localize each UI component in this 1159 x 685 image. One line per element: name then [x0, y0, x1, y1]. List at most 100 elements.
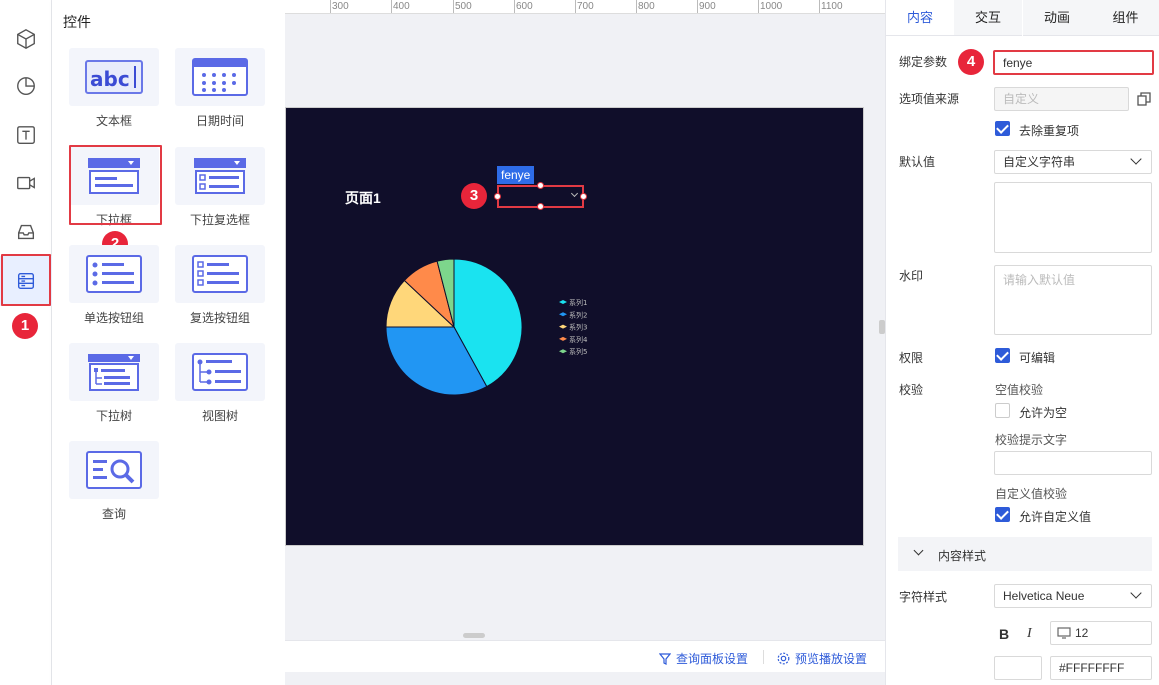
widget-label: 日期时间: [195, 114, 244, 128]
allow-empty-checkbox[interactable]: [995, 403, 1010, 418]
legend-marker-1: [559, 300, 567, 304]
bind-param-input[interactable]: fenye: [993, 50, 1154, 75]
font-color-swatch[interactable]: [994, 656, 1042, 680]
italic-button[interactable]: I: [1027, 626, 1032, 642]
widget-query[interactable]: 查询: [69, 441, 159, 522]
widget-panel: 控件 abc 文本框 日期时间 下拉框 2 下拉复选框 单选按钮组 复选按钮组 …: [52, 0, 285, 685]
svg-text:abc: abc: [90, 67, 130, 91]
widget-dropdown-tree[interactable]: 下拉树: [69, 343, 159, 424]
preview-settings-label: 预览播放设置: [795, 652, 868, 666]
font-size-value: 12: [1075, 626, 1089, 640]
properties-panel: 内容 交互 动画 组件 绑定参数 4 fenye 选项值来源 自定义 去除重复项…: [879, 0, 1159, 685]
widget-radio-group[interactable]: 单选按钮组: [69, 245, 159, 326]
font-size-input[interactable]: 12: [1050, 621, 1152, 645]
dedupe-label: 去除重复项: [1019, 124, 1080, 138]
inbox-icon[interactable]: [0, 207, 52, 257]
query-panel-settings-link[interactable]: 查询面板设置: [659, 650, 748, 667]
dropdown-checkbox-icon: [175, 147, 265, 205]
watermark-textarea[interactable]: 请输入默认值: [994, 265, 1152, 335]
editable-label: 可编辑: [1019, 351, 1056, 365]
ruler-label: 800: [638, 1, 655, 12]
page-title[interactable]: 页面1: [345, 188, 381, 208]
legend-marker-4: [559, 336, 567, 341]
text-box-icon: abc: [69, 48, 159, 106]
selected-widget-tag: fenye: [497, 166, 535, 184]
allow-custom-checkbox[interactable]: [995, 507, 1010, 522]
resize-handle[interactable]: [494, 193, 501, 200]
canvas-drag-handle[interactable]: [463, 633, 485, 638]
legend-label-5: 系列5: [569, 347, 587, 356]
legend-marker-3: [559, 324, 567, 329]
legend-marker-5: [559, 349, 567, 354]
validation-label: 校验: [899, 383, 924, 397]
pie-chart[interactable]: 系列1 系列2 系列3 系列4 系列5: [375, 250, 605, 405]
content-style-section-header[interactable]: 内容样式: [898, 537, 1152, 571]
step-badge-4: 4: [958, 49, 984, 75]
tab-animation[interactable]: 动画: [1023, 0, 1091, 36]
horizontal-ruler: 300 400 500 600 700 800 900 1000 1100: [285, 0, 885, 14]
font-style-label: 字符样式: [899, 590, 948, 604]
content-style-title: 内容样式: [938, 549, 987, 563]
legend-label-1: 系列1: [569, 298, 587, 307]
widget-label: 下拉复选框: [189, 213, 250, 227]
radio-group-icon: [69, 245, 159, 303]
filter-icon: [659, 652, 671, 665]
3d-cube-icon[interactable]: [0, 14, 52, 64]
tab-component[interactable]: 组件: [1091, 0, 1159, 36]
step-badge-3: 3: [461, 183, 487, 209]
ruler-label: 600: [516, 1, 533, 12]
left-icon-rail: 1: [0, 0, 52, 685]
option-source-label: 选项值来源: [899, 92, 960, 106]
font-color-input[interactable]: #FFFFFFFF: [1050, 656, 1152, 680]
panel-resize-handle[interactable]: [879, 320, 885, 334]
bind-param-label: 绑定参数: [899, 55, 948, 69]
ruler-label: 1000: [760, 1, 783, 12]
widget-label: 单选按钮组: [83, 311, 144, 325]
watermark-label: 水印: [899, 269, 924, 283]
widget-label: 查询: [101, 507, 126, 521]
editable-checkbox[interactable]: [995, 348, 1010, 363]
default-value-select[interactable]: 自定义字符串: [994, 150, 1152, 174]
copy-icon[interactable]: [1137, 92, 1151, 106]
dedupe-checkbox[interactable]: [995, 121, 1010, 136]
text-icon[interactable]: [0, 110, 52, 160]
ruler-label: 500: [455, 1, 472, 12]
widget-date-time[interactable]: 日期时间: [175, 48, 265, 129]
widget-label: 下拉树: [95, 409, 132, 423]
legend-label-4: 系列4: [569, 335, 588, 344]
hint-text-input[interactable]: [994, 451, 1152, 475]
chevron-down-icon: [913, 545, 924, 556]
ruler-label: 400: [393, 1, 410, 12]
option-source-input[interactable]: 自定义: [994, 87, 1129, 111]
query-panel-settings-label: 查询面板设置: [676, 652, 749, 666]
panel-title: 控件: [63, 14, 91, 30]
resize-handle[interactable]: [537, 182, 544, 189]
default-value-textarea[interactable]: [994, 182, 1152, 253]
highlight-box-rail: [1, 254, 51, 306]
pie-chart-icon[interactable]: [0, 61, 52, 111]
legend-label-3: 系列3: [569, 323, 587, 332]
widget-label: 文本框: [95, 114, 132, 128]
canvas-bottom-bar: 查询面板设置 预览播放设置: [285, 633, 885, 672]
highlight-box-dropdown: [69, 145, 162, 225]
custom-check-label: 自定义值校验: [995, 487, 1068, 501]
resize-handle[interactable]: [580, 193, 587, 200]
video-icon[interactable]: [0, 158, 52, 208]
preview-settings-link[interactable]: 预览播放设置: [777, 650, 867, 667]
query-icon: [69, 441, 159, 499]
resize-handle[interactable]: [537, 203, 544, 210]
widget-checkbox-group[interactable]: 复选按钮组: [175, 245, 265, 326]
widget-view-tree[interactable]: 视图树: [175, 343, 265, 424]
widget-dropdown-checkbox[interactable]: 下拉复选框: [175, 147, 265, 228]
bold-button[interactable]: B: [999, 626, 1009, 642]
ruler-label: 700: [577, 1, 594, 12]
widget-text-box[interactable]: abc 文本框: [69, 48, 159, 129]
chevron-down-icon: [570, 189, 579, 198]
step-badge-1: 1: [12, 313, 38, 339]
tab-content[interactable]: 内容: [886, 0, 954, 36]
widget-label: 复选按钮组: [189, 311, 250, 325]
monitor-icon: [1057, 627, 1071, 639]
font-family-select[interactable]: Helvetica Neue: [994, 584, 1152, 608]
tab-interaction[interactable]: 交互: [954, 0, 1022, 36]
ruler-label: 1100: [821, 1, 843, 12]
